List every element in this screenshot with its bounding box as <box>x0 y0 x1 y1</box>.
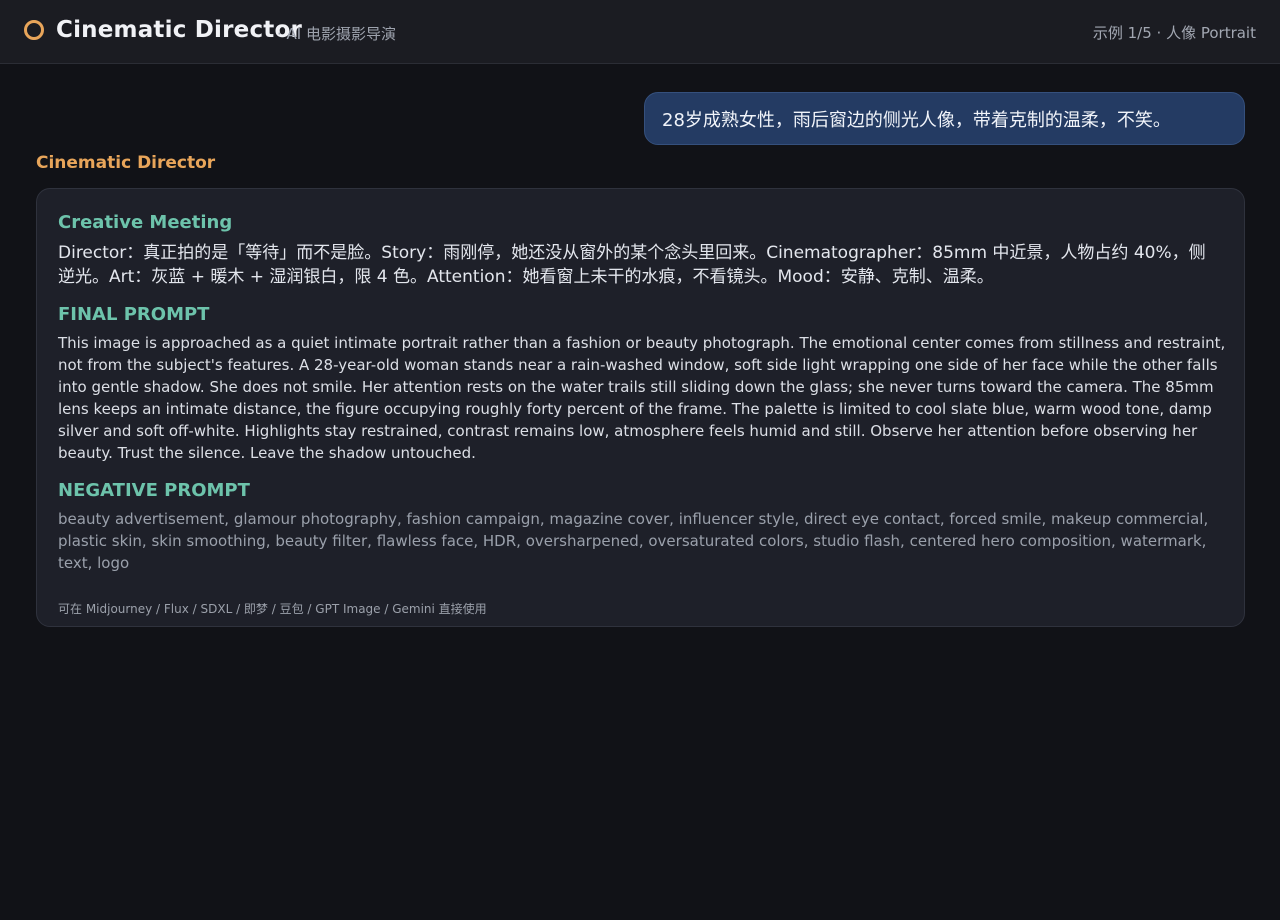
creative-meeting-title: Creative Meeting <box>58 212 233 233</box>
ring-icon <box>24 20 44 40</box>
assistant-response-card: Creative Meeting Director：真正拍的是「等待」而不是脸。… <box>36 188 1245 627</box>
example-indicator[interactable]: 示例 1/5 · 人像 Portrait <box>1093 22 1256 43</box>
final-prompt-text: This image is approached as a quiet inti… <box>58 334 1226 462</box>
negative-prompt-text: beauty advertisement, glamour photograph… <box>58 510 1209 572</box>
app-title: Cinematic Director <box>56 17 303 43</box>
app-subtitle: · AI 电影摄影导演 <box>277 25 396 43</box>
negative-prompt-title: NEGATIVE PROMPT <box>58 480 250 501</box>
usage-note: 可在 Midjourney / Flux / SDXL / 即梦 / 豆包 / … <box>58 602 487 616</box>
user-message-bubble: 28岁成熟女性，雨后窗边的侧光人像，带着克制的温柔，不笑。 <box>644 92 1245 145</box>
creative-meeting-text: Director：真正拍的是「等待」而不是脸。Story：雨刚停，她还没从窗外的… <box>58 243 1206 287</box>
final-prompt-title: FINAL PROMPT <box>58 304 210 325</box>
app-header: Cinematic Director · AI 电影摄影导演 示例 1/5 · … <box>0 0 1280 64</box>
assistant-name: Cinematic Director <box>36 153 216 173</box>
